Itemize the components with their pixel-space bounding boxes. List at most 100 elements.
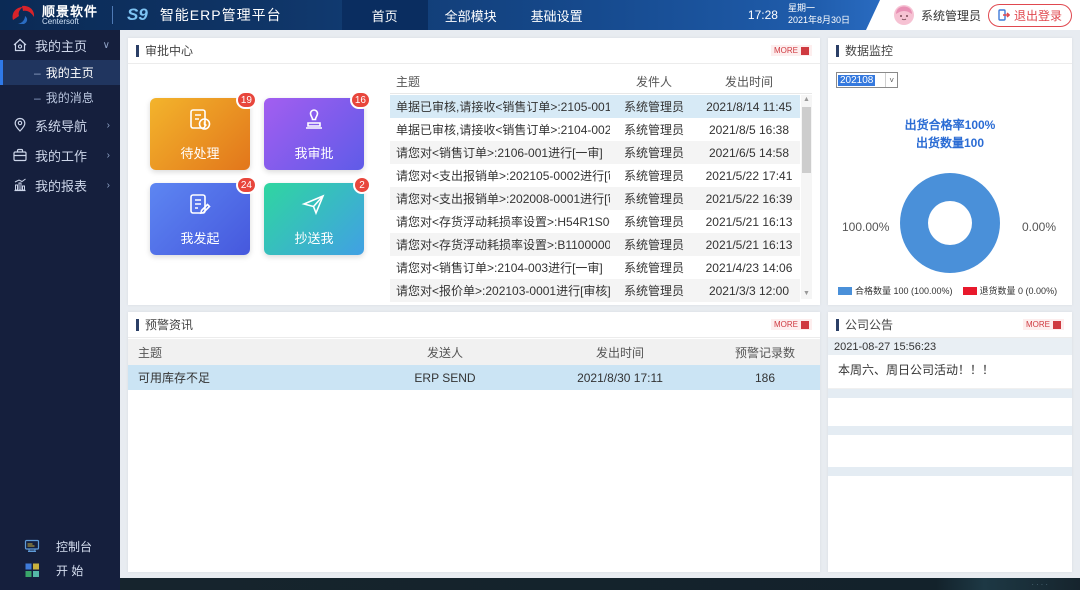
tile-我发起[interactable]: 我发起24	[150, 183, 250, 255]
announcement-empty-card	[828, 476, 1072, 560]
header-user-area: 系统管理员 退出登录	[894, 0, 1072, 30]
approval-row[interactable]: 单据已审核,请接收<销售订单>:2104-002系统管理员2021/8/5 16…	[390, 118, 800, 141]
period-select[interactable]: 202108 ˅	[836, 72, 898, 88]
row-sender: ERP SEND	[360, 371, 530, 385]
row-sender: 系统管理员	[610, 236, 698, 253]
announcement-panel: 公司公告 MORE 2021-08-27 15:56:23 本周六、周日公司活动…	[828, 312, 1072, 572]
tile-待处理[interactable]: 待处理19	[150, 98, 250, 170]
row-sender: 系统管理员	[610, 190, 698, 207]
approval-center-panel: 审批中心 MORE 待处理19我审批16我发起24抄送我2 主题 发件人 发出时…	[128, 38, 820, 305]
row-subject: 请您对<存货浮动耗损率设置>:B11000001进行[审核]	[390, 236, 610, 253]
row-sender: 系统管理员	[610, 121, 698, 138]
scroll-up-icon[interactable]: ▲	[801, 95, 812, 105]
legend-swatch-red	[963, 287, 977, 295]
title-bar-accent	[136, 319, 139, 331]
announcement-empty-slot	[828, 426, 1072, 435]
tile-我审批[interactable]: 我审批16	[264, 98, 364, 170]
legend-label: 退货数量 0 (0.00%)	[980, 284, 1058, 297]
scroll-down-icon[interactable]: ▼	[801, 289, 812, 299]
scrollbar[interactable]: ▲ ▼	[801, 95, 812, 299]
sidebar-group-my-home[interactable]: 我的主页 ∨	[0, 30, 120, 60]
sidebar-item-my-messages[interactable]: 我的消息	[0, 85, 120, 110]
approval-row[interactable]: 请您对<支出报销单>:202105-0002进行[审核]系统管理员2021/5/…	[390, 164, 800, 187]
more-label: MORE	[774, 320, 798, 329]
panel-header: 审批中心 MORE	[128, 38, 820, 64]
announcement-text[interactable]: 本周六、周日公司活动！！！	[828, 355, 1072, 389]
nav-tab-basic-settings[interactable]: 基础设置	[514, 0, 600, 30]
row-time: 2021/6/5 14:58	[698, 146, 800, 160]
tile-抄送我[interactable]: 抄送我2	[264, 183, 364, 255]
console-button[interactable]: 控制台	[0, 534, 120, 558]
approval-row[interactable]: 请您对<支出报销单>:202008-0001进行[审核]系统管理员2021/5/…	[390, 187, 800, 210]
pending-doc-clock-icon	[187, 107, 213, 138]
product-title: 智能ERP管理平台	[160, 5, 282, 25]
chevron-down-icon: ∨	[103, 40, 110, 51]
date-label: 2021年8月30日	[788, 15, 850, 25]
approval-row[interactable]: 单据已审核,请接收<销售订单>:2105-001系统管理员2021/8/14 1…	[390, 95, 800, 118]
stamp-icon	[301, 107, 327, 138]
announcement-empty-slot	[828, 389, 1072, 398]
announcement-empty-slot	[828, 467, 1072, 476]
approval-row[interactable]: 请您对<存货浮动耗损率设置>:B11000001进行[审核]系统管理员2021/…	[390, 233, 800, 256]
weekday-label: 星期一	[788, 3, 815, 13]
date-display: 星期一 2021年8月30日	[788, 3, 850, 26]
select-chevron-icon: ˅	[885, 73, 897, 87]
sidebar-group-my-work[interactable]: 我的工作 ›	[0, 140, 120, 170]
row-subject: 可用库存不足	[128, 369, 360, 386]
logout-button[interactable]: 退出登录	[988, 4, 1072, 27]
swirl-logo-icon	[10, 4, 36, 26]
title-bar-accent	[836, 319, 839, 331]
row-time: 2021/8/14 11:45	[698, 100, 800, 114]
paper-plane-icon	[301, 192, 327, 223]
approval-row[interactable]: 请您对<存货浮动耗损率设置>:H54R1S006002进行[审核]系统管理员20…	[390, 210, 800, 233]
announcement-empty-card	[828, 398, 1072, 426]
sidebar-footer: 控制台 开 始	[0, 534, 120, 582]
start-label: 开 始	[56, 562, 83, 579]
more-icon	[801, 47, 809, 55]
panel-title: 公司公告	[845, 316, 893, 333]
sidebar-group-system-nav[interactable]: 系统导航 ›	[0, 110, 120, 140]
more-button[interactable]: MORE	[1023, 319, 1064, 330]
row-time: 2021/5/21 16:13	[698, 215, 800, 229]
donut-label-left: 100.00%	[842, 220, 889, 234]
logo-company-en: Centersoft	[42, 18, 98, 26]
nav-tab-home[interactable]: 首页	[342, 0, 428, 30]
approval-row[interactable]: 请您对<报价单>:202103-0001进行[审核]系统管理员2021/3/3 …	[390, 279, 800, 302]
doc-pencil-icon	[187, 192, 213, 223]
time-display: 17:28	[748, 8, 778, 22]
legend-qualified[interactable]: 合格数量 100 (100.00%)	[838, 284, 953, 297]
legend-returned[interactable]: 退货数量 0 (0.00%)	[963, 284, 1058, 297]
logout-icon	[998, 9, 1010, 21]
period-selected-value: 202108	[838, 75, 875, 86]
row-count: 186	[710, 371, 820, 385]
sidebar-item-my-home[interactable]: 我的主页	[0, 60, 120, 85]
more-label: MORE	[774, 46, 798, 55]
approval-row[interactable]: 请您对<销售订单>:2104-003进行[一审]系统管理员2021/4/23 1…	[390, 256, 800, 279]
row-time: 2021/3/3 12:00	[698, 284, 800, 298]
status-bar-dots: ····	[1031, 580, 1050, 589]
approval-row[interactable]: 请您对<销售订单>:2106-001进行[一审]系统管理员2021/6/5 14…	[390, 141, 800, 164]
row-sender: 系统管理员	[610, 282, 698, 299]
more-icon	[1053, 321, 1061, 329]
more-button[interactable]: MORE	[771, 45, 812, 56]
warning-rows: 可用库存不足ERP SEND2021/8/30 17:11186	[128, 365, 820, 390]
announcement-empty-card	[828, 435, 1072, 467]
start-grid-icon	[24, 562, 40, 578]
ship-qty-text: 出货数量100	[828, 134, 1072, 152]
nav-tab-all-modules[interactable]: 全部模块	[428, 0, 514, 30]
panel-header: 数据监控	[828, 38, 1072, 64]
more-button[interactable]: MORE	[771, 319, 812, 330]
tile-count-badge: 19	[236, 91, 257, 109]
monitor-summary: 出货合格率100% 出货数量100	[828, 116, 1072, 152]
logo-divider	[112, 6, 113, 24]
warning-info-panel: 预警资讯 MORE 主题 发送人 发出时间 预警记录数 可用库存不足ERP SE…	[128, 312, 820, 572]
logo-company-name: 顺景软件	[42, 5, 98, 18]
warning-row[interactable]: 可用库存不足ERP SEND2021/8/30 17:11186	[128, 365, 820, 390]
start-button[interactable]: 开 始	[0, 558, 120, 582]
warning-table-header: 主题 发送人 发出时间 预警记录数	[128, 339, 820, 365]
sidebar-group-my-reports[interactable]: 我的报表 ›	[0, 170, 120, 200]
scrollbar-thumb[interactable]	[802, 107, 811, 173]
user-avatar[interactable]	[894, 5, 914, 25]
row-time: 2021/5/22 17:41	[698, 169, 800, 183]
row-time: 2021/5/22 16:39	[698, 192, 800, 206]
